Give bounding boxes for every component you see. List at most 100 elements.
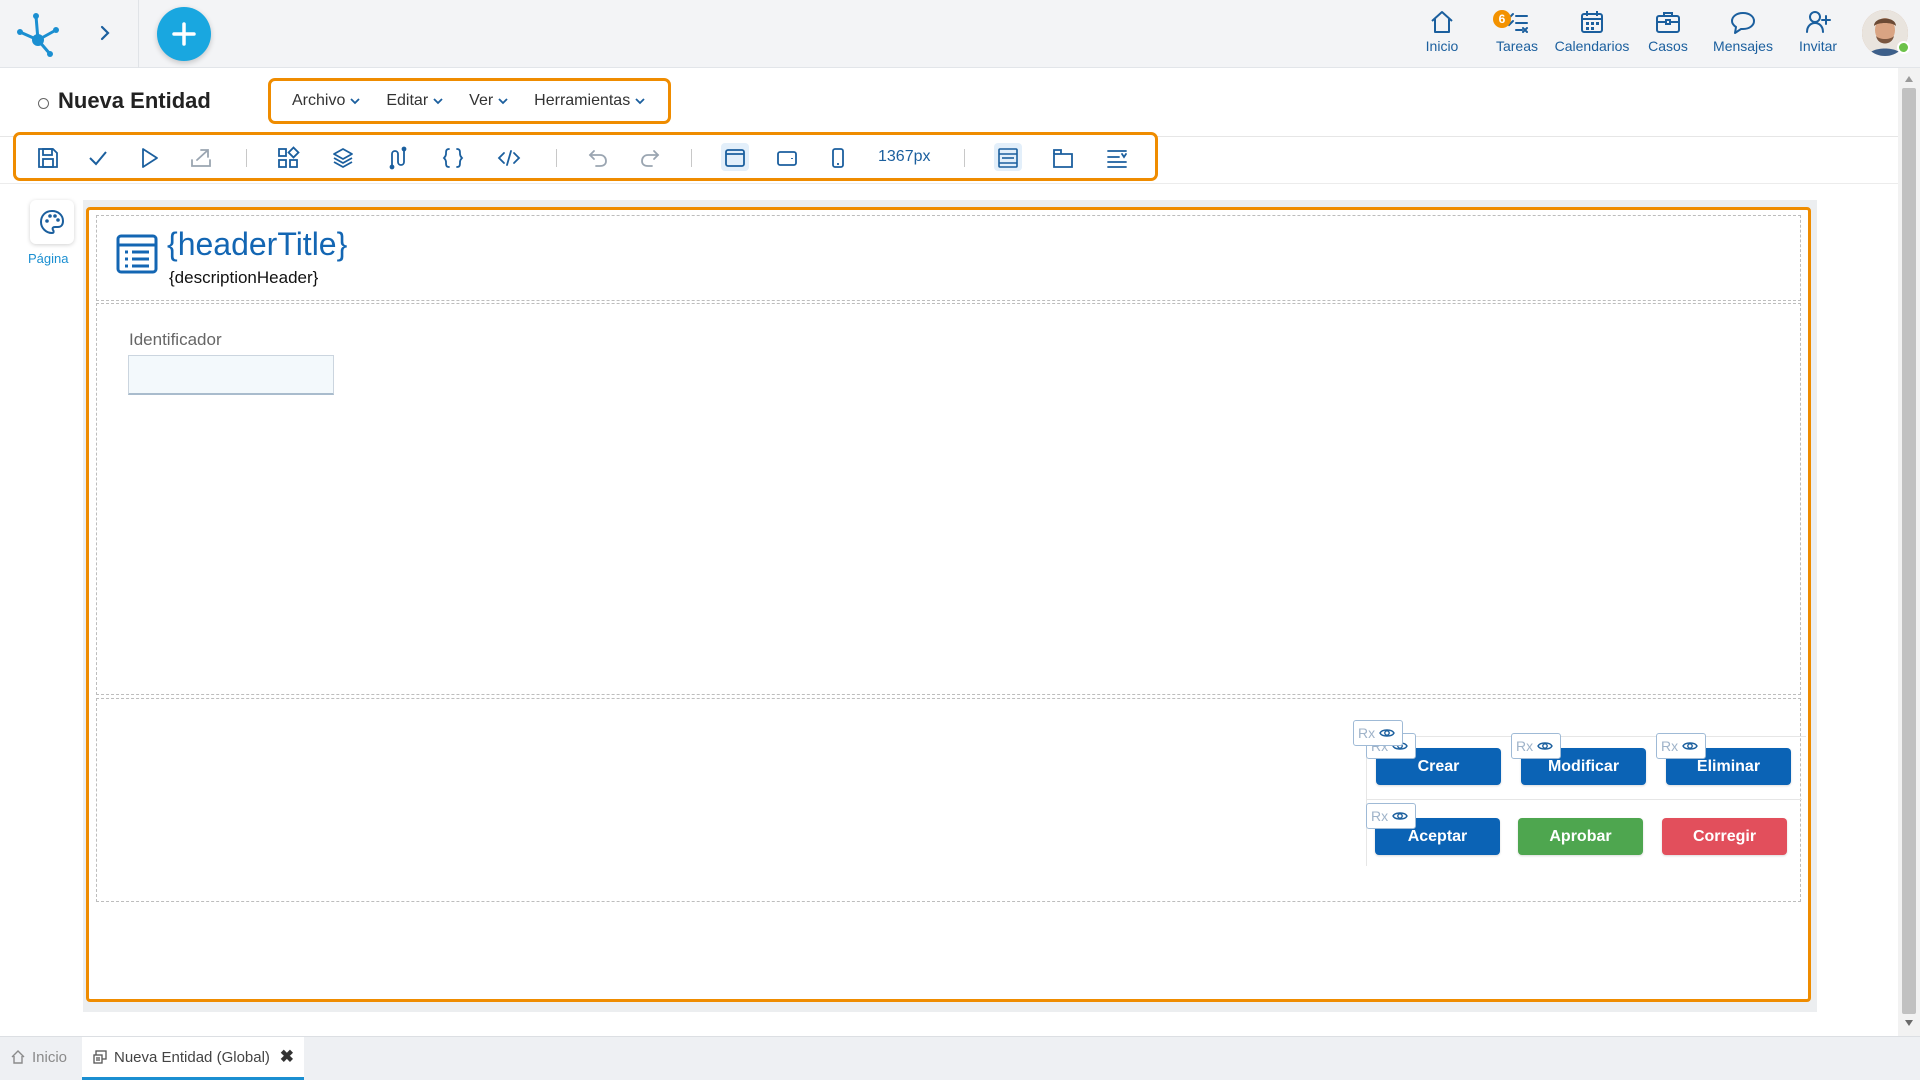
mobile-view-icon[interactable] — [826, 146, 850, 170]
identificador-input[interactable] — [128, 355, 334, 395]
menu-label: Ver — [469, 92, 494, 109]
canvas-width-value: 1367px — [878, 148, 931, 165]
nav-label: Calendarios — [1554, 38, 1630, 54]
toolbar-divider — [0, 183, 1898, 184]
form-canvas: {headerTitle} {descriptionHeader} Identi… — [86, 207, 1811, 1002]
toolbar-separator — [691, 149, 692, 167]
eye-icon — [1537, 742, 1553, 750]
menu-label: Archivo — [292, 92, 346, 109]
tab-nueva-entidad[interactable]: Nueva Entidad (Global) ✖ — [82, 1037, 304, 1080]
briefcase-icon — [1656, 12, 1680, 33]
scrollbar-thumb[interactable] — [1902, 88, 1916, 1014]
rx-visibility-tag[interactable]: Rx — [1656, 733, 1706, 759]
nav-invitar[interactable]: Invitar — [1780, 8, 1856, 58]
app-logo-icon[interactable] — [14, 10, 62, 58]
chevron-down-icon — [498, 98, 508, 105]
rx-label: Rx — [1516, 738, 1534, 754]
palette-icon — [39, 209, 65, 235]
online-status-dot — [1897, 41, 1910, 54]
title-row: Nueva Entidad Archivo Editar Ver Herrami… — [0, 68, 1898, 136]
actions-section[interactable]: Crear Modificar Eliminar Aceptar Aprobar… — [96, 698, 1806, 902]
nav-label: Tareas — [1495, 38, 1539, 54]
nav-label: Invitar — [1798, 38, 1838, 54]
calendar-icon — [1581, 11, 1603, 33]
tabs-icon[interactable] — [1051, 146, 1075, 170]
menu-editar[interactable]: Editar — [386, 92, 443, 110]
menu-archivo[interactable]: Archivo — [292, 92, 360, 110]
topbar-divider — [138, 0, 139, 68]
form-layout-icon[interactable] — [996, 146, 1020, 170]
menu-label: Herramientas — [534, 92, 631, 109]
page-title: Nueva Entidad — [58, 88, 211, 113]
menu-ver[interactable]: Ver — [469, 92, 508, 110]
rx-label: Rx — [1371, 808, 1389, 824]
play-icon[interactable] — [137, 146, 161, 170]
redo-icon[interactable] — [638, 146, 662, 170]
form-fields-section[interactable]: Identificador — [96, 303, 1801, 695]
scroll-down-arrow-icon[interactable] — [1905, 1020, 1913, 1026]
toolbar-separator — [556, 149, 557, 167]
eye-icon — [1392, 812, 1408, 820]
plus-icon — [172, 22, 196, 46]
close-tab-icon[interactable]: ✖ — [280, 1047, 294, 1067]
designer-toolbar: 1367px — [13, 132, 1158, 181]
menu-label: Editar — [386, 92, 429, 109]
entity-icon — [93, 1050, 107, 1064]
scroll-up-arrow-icon[interactable] — [1905, 76, 1913, 82]
aprobar-button[interactable]: Aprobar — [1518, 818, 1643, 855]
chevron-down-icon — [350, 98, 360, 105]
toolbar-separator — [964, 149, 965, 167]
nav-label: Mensajes — [1713, 38, 1773, 54]
buttons-group-divider — [1366, 799, 1802, 800]
tab-label: Nueva Entidad (Global) — [114, 1048, 270, 1066]
header-section[interactable]: {headerTitle} {descriptionHeader} — [96, 215, 1801, 301]
braces-icon[interactable] — [441, 146, 465, 170]
page-palette-button[interactable] — [30, 200, 74, 244]
export-icon[interactable] — [189, 146, 213, 170]
desktop-view-icon[interactable] — [723, 146, 747, 170]
rx-visibility-tag[interactable]: Rx — [1511, 733, 1561, 759]
chevron-right-icon[interactable] — [94, 22, 116, 44]
layers-icon[interactable] — [331, 146, 355, 170]
nav-mensajes[interactable]: Mensajes — [1705, 8, 1781, 58]
tab-inicio[interactable]: Inicio — [10, 1037, 67, 1077]
rx-visibility-tag[interactable]: Rx — [1366, 803, 1416, 829]
nav-casos[interactable]: Casos — [1630, 8, 1706, 58]
tasks-badge: 6 — [1493, 10, 1511, 28]
undo-icon[interactable] — [586, 146, 610, 170]
nav-calendarios[interactable]: Calendarios — [1554, 8, 1630, 58]
bottom-tab-bar: Inicio Nueva Entidad (Global) ✖ — [0, 1036, 1920, 1080]
chat-icon — [1731, 12, 1755, 34]
eye-icon — [1379, 729, 1395, 737]
home-icon — [11, 1050, 25, 1064]
invite-user-icon — [1806, 11, 1831, 33]
nav-label: Inicio — [1425, 38, 1459, 54]
add-button[interactable] — [157, 7, 211, 61]
nav-label: Casos — [1648, 38, 1688, 54]
palette-label: Página — [28, 251, 69, 266]
code-icon[interactable] — [497, 146, 521, 170]
tablet-view-icon[interactable] — [775, 146, 799, 170]
save-icon[interactable] — [36, 146, 60, 170]
rx-visibility-tag[interactable]: Rx — [1353, 720, 1403, 746]
tab-label: Inicio — [32, 1048, 68, 1066]
check-icon[interactable] — [86, 146, 110, 170]
nav-tareas[interactable]: 6 Tareas — [1479, 8, 1555, 58]
chevron-down-icon — [433, 98, 443, 105]
chevron-down-icon — [635, 98, 645, 105]
components-icon[interactable] — [276, 146, 300, 170]
menu-bar: Archivo Editar Ver Herramientas — [268, 78, 671, 124]
menu-herramientas[interactable]: Herramientas — [534, 92, 645, 110]
toolbar-separator — [246, 149, 247, 167]
align-settings-icon[interactable] — [1105, 146, 1129, 170]
rx-label: Rx — [1661, 738, 1679, 754]
identificador-label: Identificador — [129, 330, 222, 349]
header-description: {descriptionHeader} — [169, 268, 319, 287]
top-bar: Inicio 6 Tareas Calendarios Casos Mensaj… — [0, 0, 1920, 68]
rx-label: Rx — [1358, 725, 1376, 741]
flow-icon[interactable] — [386, 146, 410, 170]
corregir-button[interactable]: Corregir — [1662, 818, 1787, 855]
nav-inicio[interactable]: Inicio — [1404, 8, 1480, 58]
status-circle-icon — [38, 98, 49, 109]
home-icon — [1431, 11, 1453, 33]
